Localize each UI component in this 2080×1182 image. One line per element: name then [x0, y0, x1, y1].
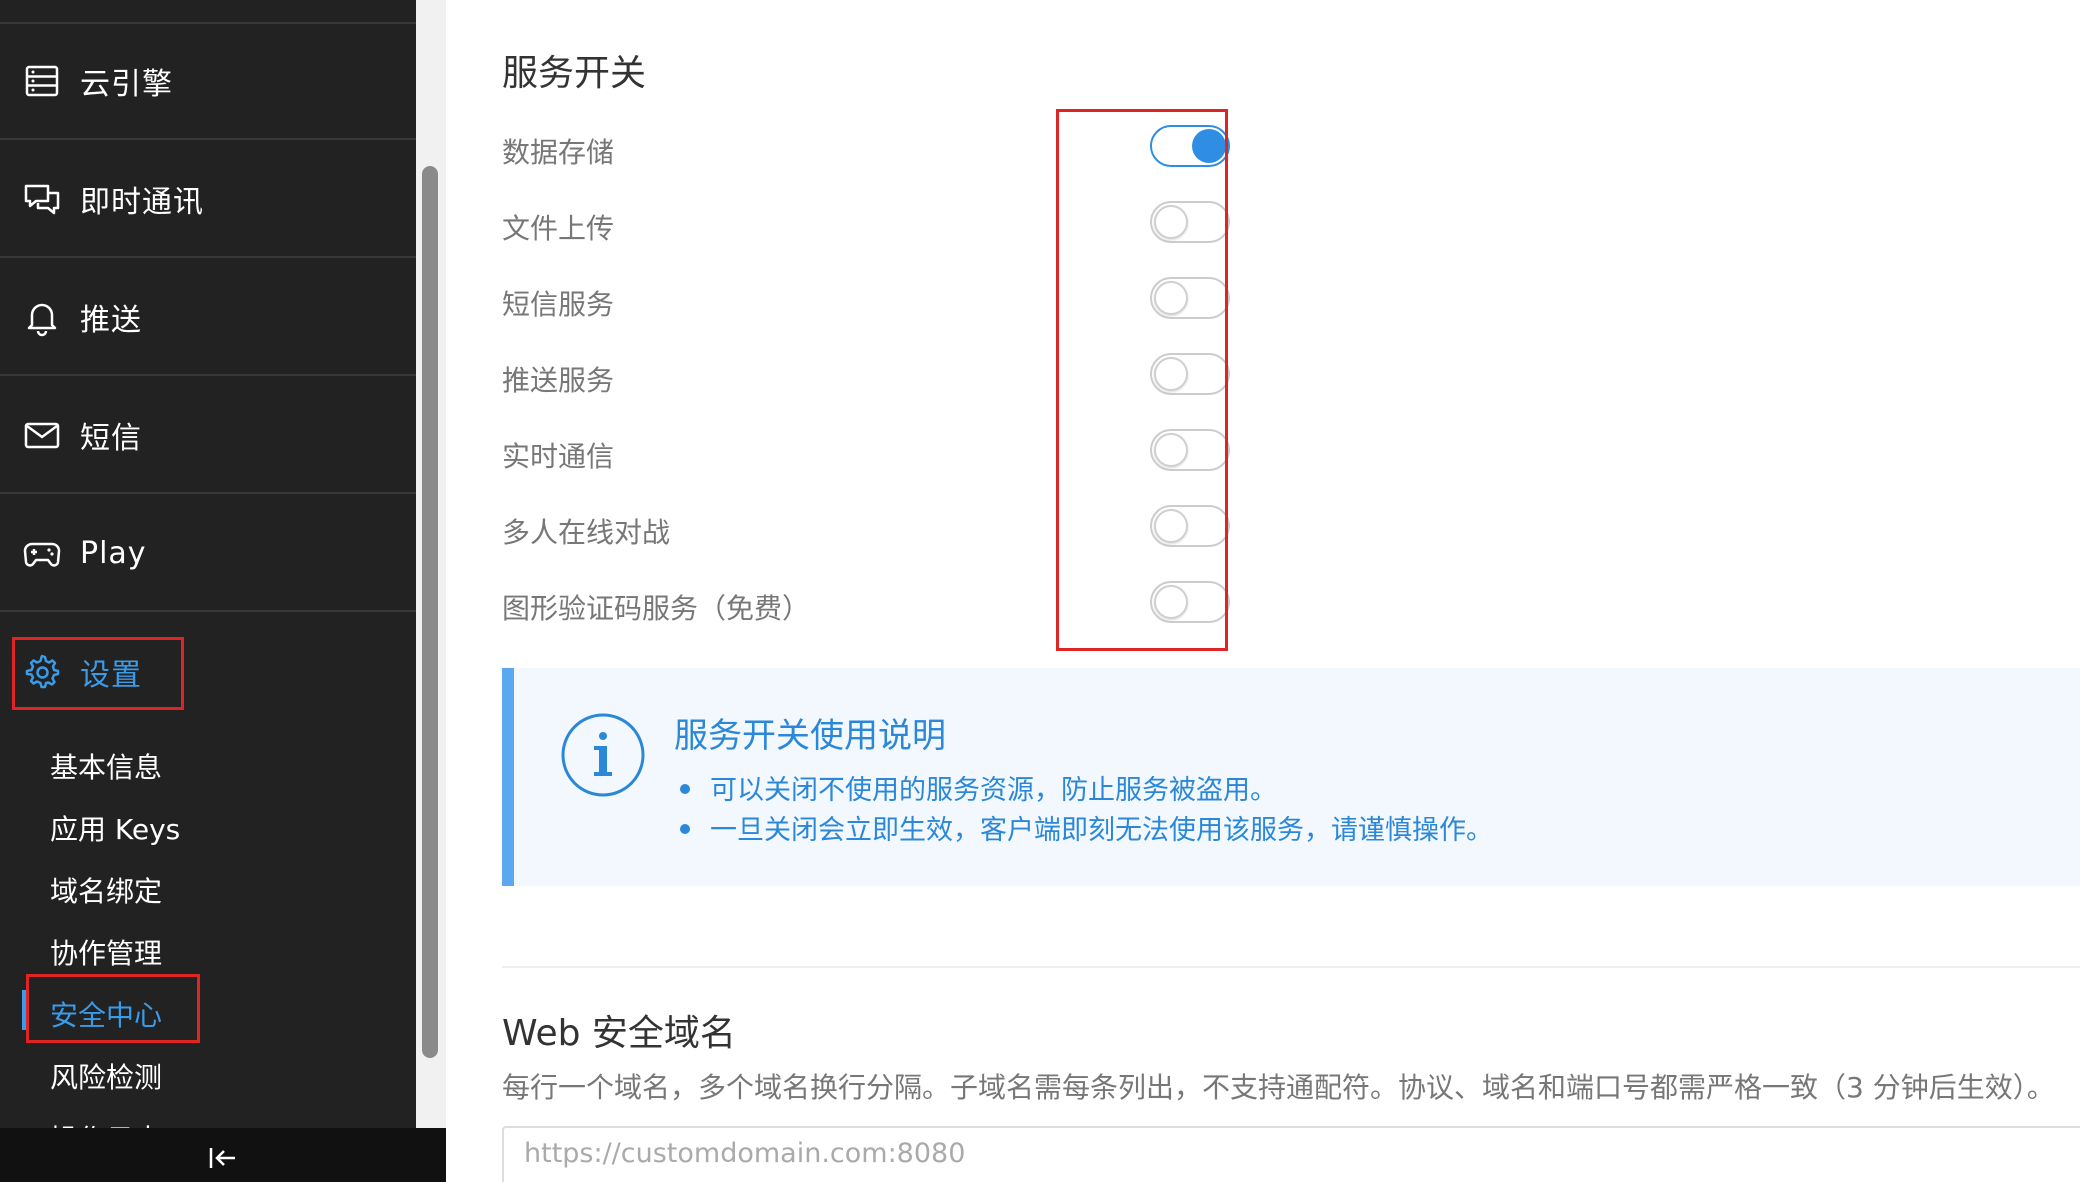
- sidebar-scrollbar[interactable]: [422, 166, 438, 1058]
- sidebar-item-cloud-engine[interactable]: 云引擎: [0, 24, 416, 140]
- server-icon: [22, 61, 62, 101]
- toggle-row-multiplayer: 多人在线对战: [502, 505, 1602, 555]
- sidebar-item-sms[interactable]: 短信: [0, 378, 416, 494]
- switch-knob: [1154, 281, 1188, 315]
- info-bullet: 一旦关闭会立即生效，客户端即刻无法使用该服务，请谨慎操作。: [674, 808, 1493, 847]
- toggle-row-captcha: 图形验证码服务（免费）: [502, 581, 1602, 631]
- section-divider: [502, 966, 2080, 968]
- sidebar-item-im[interactable]: 即时通讯: [0, 142, 416, 258]
- service-switch-title: 服务开关: [502, 53, 647, 94]
- switch-knob: [1192, 129, 1226, 163]
- toggle-label: 短信服务: [502, 288, 615, 321]
- sidebar: 云引擎 即时通讯 推送 短信 Play 设置 基本信息 应用 Keys 域名绑定…: [0, 0, 416, 1182]
- toggle-label: 文件上传: [502, 212, 615, 245]
- toggle-row-realtime-messaging: 实时通信: [502, 429, 1602, 479]
- sidebar-subitem-collaboration[interactable]: 协作管理: [50, 932, 162, 972]
- switch-knob: [1154, 585, 1188, 619]
- sidebar-item-label: 云引擎: [80, 67, 173, 102]
- collapse-left-icon: [209, 1148, 235, 1168]
- info-bullet-text: 可以关闭不使用的服务资源，防止服务被盗用。: [710, 775, 1277, 806]
- gear-icon: [22, 652, 62, 692]
- sidebar-item-play[interactable]: Play: [0, 496, 416, 612]
- web-security-domain-title: Web 安全域名: [502, 1013, 736, 1054]
- switch-knob: [1154, 205, 1188, 239]
- main-content: 服务开关 数据存储 文件上传 短信服务 推送服务 实时通信 多人在线对战 图形验…: [446, 0, 2080, 1182]
- info-bullet-text: 一旦关闭会立即生效，客户端即刻无法使用该服务，请谨慎操作。: [710, 815, 1493, 846]
- sidebar-item-settings[interactable]: 设置: [0, 614, 416, 730]
- sidebar-item-label: 推送: [80, 303, 142, 338]
- bullet-dot: [680, 784, 690, 794]
- collapse-sidebar-button[interactable]: [0, 1128, 446, 1182]
- info-icon: [561, 713, 645, 797]
- toggle-row-sms-service: 短信服务: [502, 277, 1602, 327]
- toggle-label: 推送服务: [502, 364, 615, 397]
- sidebar-subitem-domain-binding[interactable]: 域名绑定: [50, 870, 162, 910]
- sidebar-item-push[interactable]: 推送: [0, 260, 416, 376]
- info-bullet: 可以关闭不使用的服务资源，防止服务被盗用。: [674, 768, 1277, 807]
- switch-knob: [1154, 509, 1188, 543]
- sidebar-subitem-risk-detection[interactable]: 风险检测: [50, 1056, 162, 1096]
- switch-knob: [1154, 357, 1188, 391]
- toggle-label: 数据存储: [502, 136, 615, 169]
- captcha-service-switch[interactable]: [1150, 581, 1230, 623]
- sidebar-item-label: Play: [80, 535, 147, 571]
- active-indicator-bar: [22, 990, 27, 1030]
- toggle-label: 多人在线对战: [502, 516, 671, 549]
- sidebar-subitem-security-center[interactable]: 安全中心: [50, 994, 162, 1034]
- toggle-row-file-upload: 文件上传: [502, 201, 1602, 251]
- push-service-switch[interactable]: [1150, 353, 1230, 395]
- toggle-row-data-storage: 数据存储: [502, 125, 1602, 175]
- web-domain-input[interactable]: [502, 1126, 2080, 1182]
- gamepad-icon: [22, 533, 62, 573]
- switch-knob: [1154, 433, 1188, 467]
- toggle-label: 图形验证码服务（免费）: [502, 592, 811, 625]
- sidebar-subitem-app-keys[interactable]: 应用 Keys: [50, 808, 180, 848]
- service-switch-info-box: 服务开关使用说明 可以关闭不使用的服务资源，防止服务被盗用。 一旦关闭会立即生效…: [502, 668, 2080, 886]
- sidebar-subitem-basic-info[interactable]: 基本信息: [50, 746, 162, 786]
- file-upload-switch[interactable]: [1150, 201, 1230, 243]
- multiplayer-switch[interactable]: [1150, 505, 1230, 547]
- web-security-domain-description: 每行一个域名，多个域名换行分隔。子域名需每条列出，不支持通配符。协议、域名和端口…: [502, 1071, 2055, 1104]
- mail-icon: [22, 415, 62, 455]
- realtime-messaging-switch[interactable]: [1150, 429, 1230, 471]
- bell-icon: [22, 297, 62, 337]
- toggle-label: 实时通信: [502, 440, 615, 473]
- data-storage-switch[interactable]: [1150, 125, 1230, 167]
- bullet-dot: [680, 824, 690, 834]
- toggle-row-push-service: 推送服务: [502, 353, 1602, 403]
- sidebar-item-label: 短信: [80, 421, 142, 456]
- sidebar-item-label: 即时通讯: [80, 185, 204, 220]
- info-title: 服务开关使用说明: [674, 716, 946, 756]
- sidebar-item-label: 设置: [80, 658, 142, 693]
- chat-icon: [22, 179, 62, 219]
- sms-service-switch[interactable]: [1150, 277, 1230, 319]
